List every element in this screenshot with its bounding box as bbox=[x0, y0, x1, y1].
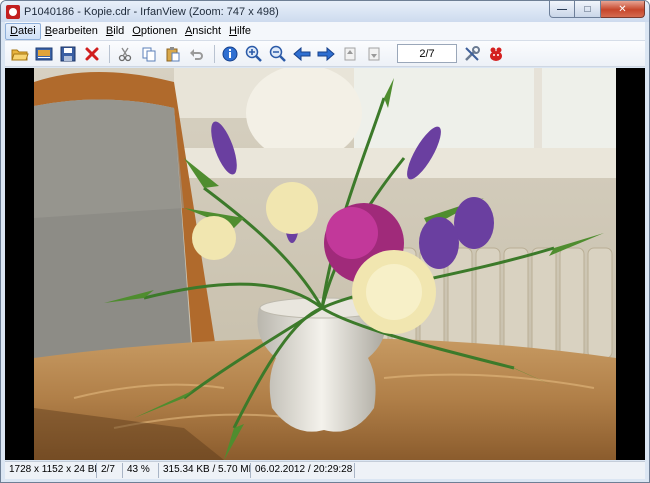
open-folder-icon[interactable] bbox=[9, 43, 31, 65]
toolbar-separator bbox=[109, 44, 110, 63]
status-bar: 1728 x 1152 x 24 BPP 2/7 43 % 315.34 KB … bbox=[5, 461, 645, 479]
zoom-in-icon[interactable] bbox=[243, 43, 265, 65]
previous-icon[interactable] bbox=[291, 43, 313, 65]
menu-optionen[interactable]: Optionen bbox=[128, 23, 181, 40]
window-title: P1040186 - Kopie.cdr - IrfanView (Zoom: … bbox=[24, 5, 279, 18]
settings-icon[interactable] bbox=[461, 43, 483, 65]
copy-icon[interactable] bbox=[138, 43, 160, 65]
photo-illustration bbox=[34, 68, 616, 460]
save-icon[interactable] bbox=[57, 43, 79, 65]
undo-icon[interactable] bbox=[186, 43, 208, 65]
info-icon[interactable] bbox=[219, 43, 241, 65]
slideshow-icon[interactable] bbox=[33, 43, 55, 65]
maximize-button[interactable]: □ bbox=[575, 1, 601, 18]
paste-icon[interactable] bbox=[162, 43, 184, 65]
irfanview-app-icon[interactable] bbox=[6, 4, 20, 19]
last-page-icon[interactable] bbox=[363, 43, 385, 65]
zoom-out-icon[interactable] bbox=[267, 43, 289, 65]
next-icon[interactable] bbox=[315, 43, 337, 65]
toolbar: 2/7 bbox=[5, 41, 645, 67]
title-bar[interactable]: P1040186 - Kopie.cdr - IrfanView (Zoom: … bbox=[1, 1, 649, 22]
menu-datei[interactable]: Datei bbox=[5, 22, 41, 40]
window-controls: — □ ✕ bbox=[549, 1, 645, 18]
delete-icon[interactable] bbox=[81, 43, 103, 65]
menu-bar: Datei Bearbeiten Bild Optionen Ansicht H… bbox=[5, 22, 645, 41]
toolbar-separator bbox=[214, 44, 215, 63]
menu-bild[interactable]: Bild bbox=[102, 23, 128, 40]
irfanview-window: P1040186 - Kopie.cdr - IrfanView (Zoom: … bbox=[0, 0, 650, 483]
status-dimensions: 1728 x 1152 x 24 BPP bbox=[5, 463, 97, 478]
status-page: 2/7 bbox=[97, 463, 123, 478]
irfanview-about-icon[interactable] bbox=[485, 43, 507, 65]
close-button[interactable]: ✕ bbox=[601, 1, 645, 18]
first-page-icon[interactable] bbox=[339, 43, 361, 65]
status-datetime: 06.02.2012 / 20:29:28 bbox=[251, 463, 355, 478]
menu-hilfe[interactable]: Hilfe bbox=[225, 23, 255, 40]
image-viewport[interactable] bbox=[5, 68, 645, 460]
cut-icon[interactable] bbox=[114, 43, 136, 65]
status-filesize: 315.34 KB / 5.70 MB bbox=[159, 463, 251, 478]
minimize-button[interactable]: — bbox=[549, 1, 575, 18]
status-zoom: 43 % bbox=[123, 463, 159, 478]
menu-bearbeiten[interactable]: Bearbeiten bbox=[41, 23, 102, 40]
flower-vase-photo bbox=[34, 68, 616, 460]
page-number-field[interactable]: 2/7 bbox=[397, 44, 457, 63]
menu-ansicht[interactable]: Ansicht bbox=[181, 23, 225, 40]
